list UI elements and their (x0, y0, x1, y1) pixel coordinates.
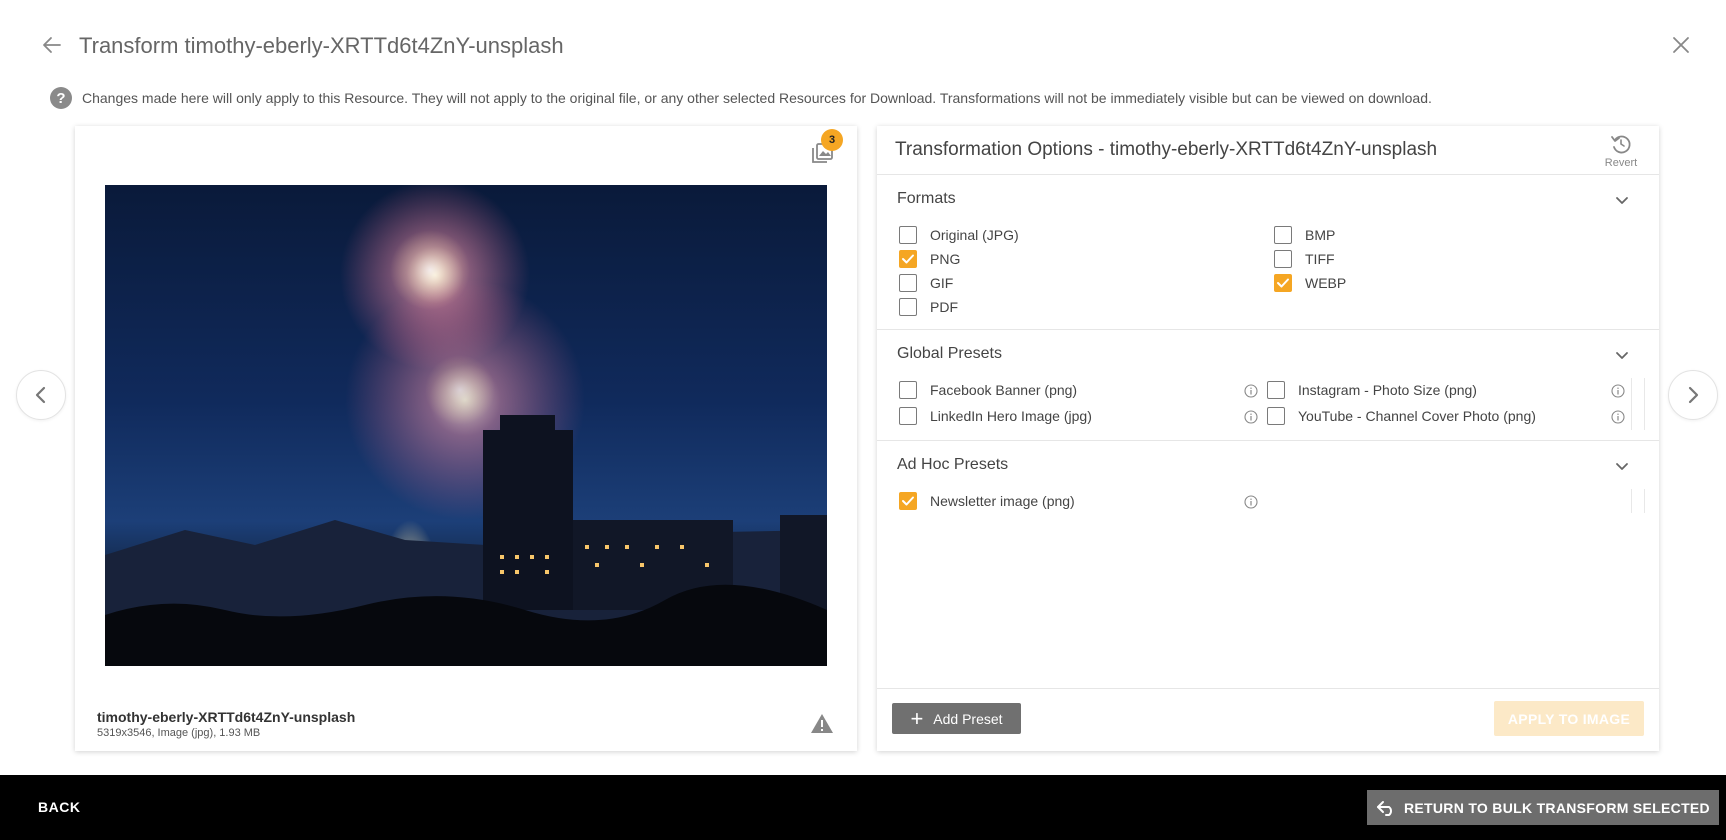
close-icon[interactable] (1670, 34, 1692, 56)
checkbox[interactable] (899, 381, 917, 399)
revert-icon (1611, 135, 1631, 154)
presets-scrollbar[interactable] (1631, 378, 1645, 430)
format-label: GIF (930, 275, 954, 291)
return-to-bulk-transform-button[interactable]: RETURN TO BULK TRANSFORM SELECTED (1367, 790, 1719, 825)
info-icon[interactable] (1244, 384, 1258, 398)
file-name: timothy-eberly-XRTTd6t4ZnY-unsplash (97, 709, 356, 725)
checkbox[interactable] (899, 298, 917, 316)
global-presets-section-title: Global Presets (897, 345, 1002, 362)
notice-text: Changes made here will only apply to thi… (82, 90, 1432, 106)
add-preset-button[interactable]: + Add Preset (892, 703, 1021, 734)
preset-instagram-photo-size[interactable]: Instagram - Photo Size (png) (1267, 380, 1477, 400)
divider (877, 174, 1659, 175)
format-label: TIFF (1305, 251, 1335, 267)
selection-count-badge: 3 (821, 129, 843, 151)
options-title: Transformation Options - timothy-eberly-… (895, 139, 1438, 160)
chevron-left-icon (35, 386, 46, 404)
preset-label: LinkedIn Hero Image (jpg) (930, 408, 1092, 424)
file-metadata: 5319x3546, Image (jpg), 1.93 MB (97, 727, 261, 739)
transformation-options-card: Transformation Options - timothy-eberly-… (877, 126, 1659, 751)
checkbox[interactable] (1274, 250, 1292, 268)
return-label: RETURN TO BULK TRANSFORM SELECTED (1404, 799, 1710, 816)
preset-label: Newsletter image (png) (930, 493, 1075, 509)
preset-newsletter-image[interactable]: Newsletter image (png) (899, 491, 1075, 511)
bottom-action-bar: BACK RETURN TO BULK TRANSFORM SELECTED (0, 775, 1726, 840)
checkmark-icon (902, 254, 914, 264)
plus-icon: + (910, 705, 924, 731)
format-option-png[interactable]: PNG (899, 249, 960, 269)
formats-section-title: Formats (897, 190, 956, 207)
preset-linkedin-hero-image[interactable]: LinkedIn Hero Image (jpg) (899, 406, 1092, 426)
checkbox[interactable] (1267, 381, 1285, 399)
checkbox[interactable] (899, 274, 917, 292)
info-notice: ? Changes made here will only apply to t… (50, 87, 1432, 109)
format-label: WEBP (1305, 275, 1347, 291)
revert-label: Revert (1604, 157, 1638, 169)
format-label: BMP (1305, 227, 1336, 243)
format-label: Original (JPG) (930, 227, 1019, 243)
revert-button[interactable]: Revert (1599, 133, 1643, 173)
global-presets-chevron-down-icon[interactable] (1613, 346, 1631, 364)
format-option-tiff[interactable]: TIFF (1274, 249, 1335, 269)
preset-label: YouTube - Channel Cover Photo (png) (1298, 408, 1536, 424)
transform-dialog: Transform timothy-eberly-XRTTd6t4ZnY-uns… (0, 0, 1726, 840)
checkbox[interactable] (1274, 274, 1292, 292)
divider (877, 688, 1659, 689)
dialog-header: Transform timothy-eberly-XRTTd6t4ZnY-uns… (0, 0, 1726, 90)
adhoc-presets-section-title: Ad Hoc Presets (897, 456, 1009, 473)
format-option-pdf[interactable]: PDF (899, 297, 958, 317)
formats-chevron-down-icon[interactable] (1613, 191, 1631, 209)
preset-label: Facebook Banner (png) (930, 382, 1078, 398)
checkmark-icon (1277, 278, 1289, 288)
page-title: Transform timothy-eberly-XRTTd6t4ZnY-uns… (79, 33, 564, 58)
back-arrow-icon[interactable] (40, 33, 64, 57)
checkbox[interactable] (899, 407, 917, 425)
info-icon[interactable] (1244, 410, 1258, 424)
adhoc-scrollbar[interactable] (1631, 489, 1645, 513)
help-icon: ? (50, 87, 72, 109)
back-button[interactable]: BACK (38, 799, 80, 815)
checkbox[interactable] (899, 250, 917, 268)
format-option-gif[interactable]: GIF (899, 273, 953, 293)
checkbox[interactable] (899, 226, 917, 244)
chevron-right-icon (1688, 386, 1699, 404)
checkbox[interactable] (1267, 407, 1285, 425)
add-preset-label: Add Preset (933, 710, 1003, 727)
checkmark-icon (902, 496, 914, 506)
checkbox[interactable] (899, 492, 917, 510)
preset-youtube-channel-cover[interactable]: YouTube - Channel Cover Photo (png) (1267, 406, 1536, 426)
info-icon[interactable] (1244, 495, 1258, 509)
format-label: PNG (930, 251, 961, 267)
return-arrow-icon (1377, 800, 1392, 816)
checkbox[interactable] (1274, 226, 1292, 244)
apply-to-image-button[interactable]: APPLY TO IMAGE (1494, 701, 1644, 736)
info-icon[interactable] (1611, 410, 1625, 424)
format-label: PDF (930, 299, 958, 315)
resource-preview-image (105, 185, 827, 666)
next-resource-button[interactable] (1668, 370, 1718, 420)
divider (877, 440, 1659, 441)
divider (877, 329, 1659, 330)
preset-label: Instagram - Photo Size (png) (1298, 382, 1477, 398)
preview-card: 3 timothy-eberly-XRTTd6t4ZnY-unsplash 53… (75, 126, 857, 751)
info-icon[interactable] (1611, 384, 1625, 398)
warning-icon[interactable] (810, 712, 834, 734)
preset-facebook-banner[interactable]: Facebook Banner (png) (899, 380, 1077, 400)
format-option-bmp[interactable]: BMP (1274, 225, 1335, 245)
adhoc-presets-chevron-down-icon[interactable] (1613, 457, 1631, 475)
format-option-webp[interactable]: WEBP (1274, 273, 1346, 293)
previous-resource-button[interactable] (16, 370, 66, 420)
format-option-original-jpg[interactable]: Original (JPG) (899, 225, 1019, 245)
